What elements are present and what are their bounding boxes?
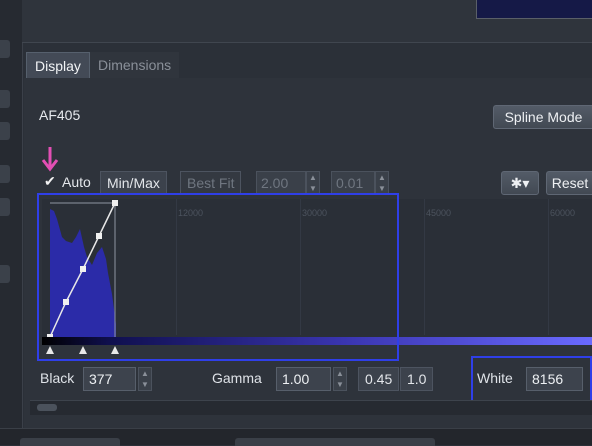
auto-checkbox[interactable]: ✔ <box>44 174 58 188</box>
minmax-button[interactable]: Min/Max <box>100 171 167 195</box>
left-tool-2[interactable] <box>0 90 10 108</box>
param1-spinner[interactable]: ▲ ▼ <box>306 171 320 195</box>
gamma-preset-10[interactable]: 1.0 <box>400 367 434 391</box>
gamma-value-input[interactable]: 1.00 <box>276 367 331 391</box>
gamma-preset-045[interactable]: 0.45 <box>358 367 400 391</box>
left-tool-5[interactable] <box>0 198 10 216</box>
white-label: White <box>477 370 513 386</box>
white-value-input[interactable]: 8156 <box>526 367 583 391</box>
horizontal-scrollbar[interactable] <box>30 400 592 415</box>
reset-button[interactable]: Reset <box>546 171 592 195</box>
tab-bar: Display Dimensions <box>24 52 592 79</box>
black-spinner[interactable]: ▲ ▼ <box>138 367 152 391</box>
scrollbar-thumb[interactable] <box>37 404 57 411</box>
param1-input[interactable]: 2.00 <box>256 171 306 195</box>
footer-tab[interactable] <box>235 438 435 446</box>
gamma-spinner[interactable]: ▲ ▼ <box>333 367 347 391</box>
black-value-input[interactable]: 377 <box>83 367 136 391</box>
gear-icon: ✱▾ <box>510 175 530 191</box>
gamma-label: Gamma <box>212 370 262 386</box>
footer-tab[interactable] <box>20 438 120 446</box>
auto-label: Auto <box>62 174 91 190</box>
left-tool-3[interactable] <box>0 122 10 140</box>
param2-input[interactable]: 0.01 <box>331 171 375 195</box>
left-tool-4[interactable] <box>0 165 10 183</box>
image-thumbnail <box>476 0 592 19</box>
settings-dropdown-button[interactable]: ✱▾ <box>501 171 539 195</box>
param2-spinner[interactable]: ▲ ▼ <box>375 171 389 195</box>
left-tool-6[interactable] <box>0 265 10 283</box>
histogram-highlight <box>37 193 399 361</box>
left-toolbar <box>0 0 23 444</box>
bestfit-button[interactable]: Best Fit <box>180 171 242 195</box>
spline-mode-button[interactable]: Spline Mode <box>493 105 592 129</box>
channel-name: AF405 <box>39 107 81 123</box>
black-label: Black <box>40 370 75 386</box>
annotation-arrow-icon <box>41 147 59 172</box>
tab-display[interactable]: Display <box>26 52 90 79</box>
left-tool-1[interactable] <box>0 40 10 58</box>
tab-dimensions[interactable]: Dimensions <box>90 52 180 78</box>
